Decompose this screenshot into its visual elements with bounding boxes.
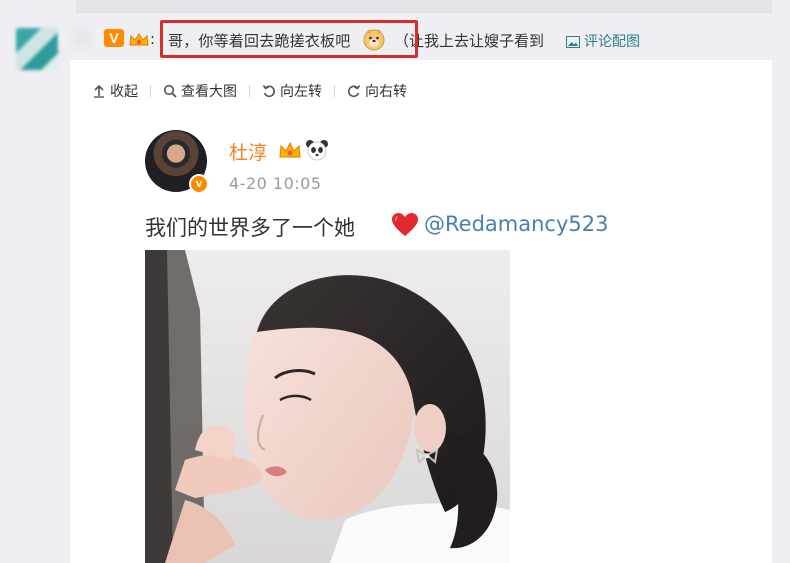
search-icon [163, 84, 177, 98]
post-photo [145, 250, 510, 563]
rotate-right-icon [348, 85, 361, 98]
toolbar-divider [249, 85, 250, 97]
view-large-button[interactable]: 查看大图 [163, 81, 237, 101]
crown-badge-icon [129, 33, 149, 46]
mention-link[interactable]: @Redamancy523 [424, 212, 608, 236]
red-highlight-box [160, 20, 418, 58]
weibo-comment-screenshot: V : 哥，你等着回去跪搓衣板吧 （让我上去让嫂子看到 评论配图 收起 查看大图… [0, 0, 790, 563]
rotate-right-label: 向右转 [365, 84, 407, 100]
image-toolbar: 收起 查看大图 向左转 向右转 [92, 80, 407, 102]
rotate-left-button[interactable]: 向左转 [262, 81, 322, 101]
heart-icon [392, 213, 418, 236]
panda-icon [306, 140, 328, 161]
picture-comment-label: 评论配图 [584, 34, 640, 50]
verified-badge-icon: v [189, 174, 209, 194]
toolbar-divider [150, 85, 151, 97]
crown-badge-icon [279, 141, 301, 158]
view-large-label: 查看大图 [181, 84, 237, 100]
toolbar-divider [334, 85, 335, 97]
arrow-up-icon [94, 84, 104, 98]
post-text: 我们的世界多了一个她 [145, 216, 355, 240]
post-author-name: 杜淳 [229, 142, 268, 164]
rotate-left-icon [262, 85, 275, 98]
comment-colon: : [150, 30, 156, 48]
collapse-label: 收起 [110, 84, 138, 100]
commenter-avatar[interactable] [16, 28, 58, 70]
collapse-button[interactable]: 收起 [92, 81, 138, 101]
commenter-name-blurred[interactable] [60, 28, 104, 48]
post-timestamp: 4-20 10:05 [229, 174, 322, 193]
rotate-right-button[interactable]: 向右转 [347, 81, 407, 101]
vip-badge-icon: V [104, 29, 124, 47]
rotate-left-label: 向左转 [280, 84, 322, 100]
picture-comment-link[interactable]: 评论配图 [566, 31, 640, 51]
image-icon [566, 36, 580, 48]
previous-card-edge [76, 0, 772, 13]
girl-photo-illustration [145, 250, 510, 563]
